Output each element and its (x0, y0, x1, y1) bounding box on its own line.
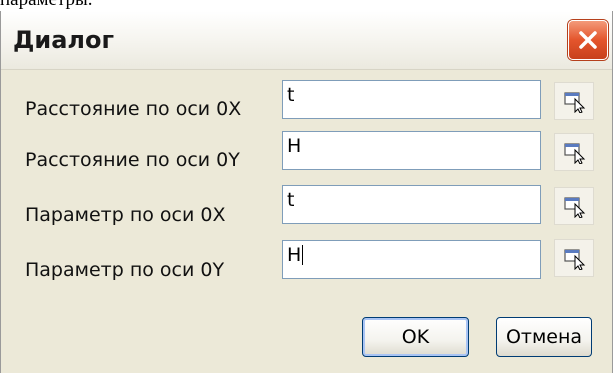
parameter-0y-input[interactable]: H (282, 240, 541, 279)
distance-0y-input[interactable]: H (282, 131, 541, 170)
cancel-button[interactable]: Отмена (496, 317, 592, 357)
pick-cursor-icon (564, 143, 586, 164)
pick-parameter-0x-button[interactable] (554, 187, 594, 225)
pick-cursor-icon (564, 92, 586, 113)
pick-cursor-icon (564, 197, 586, 218)
label-parameter-0x: Параметр по оси 0X (25, 204, 226, 226)
label-distance-0x: Расстояние по оси 0X (25, 98, 242, 120)
ok-button[interactable]: OK (362, 317, 469, 357)
parameter-0x-input[interactable]: t (282, 185, 541, 224)
close-button[interactable] (568, 20, 608, 60)
title-bar: Диалог (1, 11, 612, 70)
text-caret (302, 245, 304, 265)
distance-0x-input[interactable]: t (282, 80, 541, 119)
background-text: параметры. (0, 0, 93, 11)
pick-distance-0x-button[interactable] (554, 82, 594, 120)
close-icon (579, 31, 597, 49)
label-distance-0y: Расстояние по оси 0Y (25, 149, 240, 171)
pick-distance-0y-button[interactable] (554, 133, 594, 171)
pick-parameter-0y-button[interactable] (554, 239, 594, 277)
dialog-title: Диалог (13, 26, 114, 54)
pick-cursor-icon (564, 249, 586, 270)
label-parameter-0y: Параметр по оси 0Y (25, 259, 225, 281)
dialog-window: Диалог Расстояние по оси 0X t Расстояние… (0, 11, 613, 373)
